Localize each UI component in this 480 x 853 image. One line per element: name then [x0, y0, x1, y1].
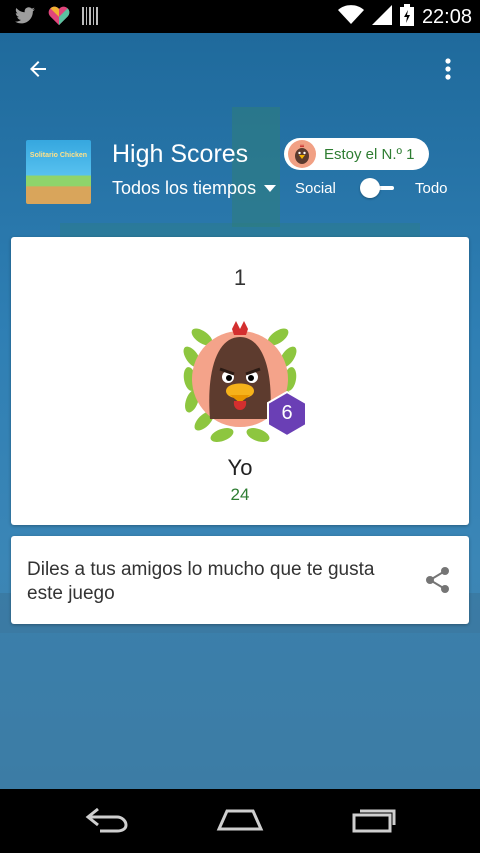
- share-card[interactable]: Diles a tus amigos lo mucho que te gusta…: [11, 536, 469, 624]
- chicken-avatar-icon: [288, 140, 316, 168]
- time-filter-label: Todos los tiempos: [112, 178, 257, 198]
- nav-recents-button[interactable]: [344, 803, 404, 839]
- score-card: 1 6 Yo 24: [11, 237, 469, 525]
- player-avatar[interactable]: 6: [170, 309, 310, 449]
- my-rank-label: Estoy el N.º 1: [324, 145, 415, 163]
- barcode-icon: [82, 7, 98, 30]
- game-thumbnail-title: Solitario Chicken: [29, 152, 88, 159]
- rank-number: 1: [233, 265, 247, 290]
- heart-icon: [48, 6, 70, 31]
- leaderboard-header: Solitario Chicken High Scores Todos los …: [0, 130, 480, 210]
- time-filter-dropdown[interactable]: Todos los tiempos: [112, 178, 277, 199]
- twitter-icon: [14, 7, 36, 30]
- status-bar: 22:08: [0, 0, 480, 33]
- overflow-menu-button[interactable]: [430, 51, 466, 91]
- player-name: Yo: [227, 455, 253, 480]
- back-button[interactable]: [18, 51, 58, 91]
- share-button[interactable]: [425, 566, 453, 594]
- level-number: 6: [281, 402, 293, 424]
- dropdown-arrow-icon: [264, 185, 277, 192]
- share-message: Diles a tus amigos lo mucho que te gusta…: [27, 559, 375, 604]
- game-thumbnail: Solitario Chicken: [26, 140, 91, 204]
- social-label: Social: [295, 180, 336, 197]
- back-icon: [82, 805, 130, 838]
- page-title: High Scores: [112, 140, 249, 168]
- wifi-icon: [337, 5, 364, 30]
- recents-icon: [350, 805, 398, 838]
- home-icon: [215, 805, 265, 838]
- nav-back-button[interactable]: [76, 803, 136, 839]
- my-rank-chip[interactable]: Estoy el N.º 1: [284, 138, 429, 170]
- nav-home-button[interactable]: [210, 803, 270, 839]
- player-score: 24: [230, 485, 250, 504]
- all-label: Todo: [415, 180, 448, 197]
- level-badge: 6: [266, 390, 308, 438]
- clock-time: 22:08: [421, 6, 472, 28]
- toolbar: [0, 33, 480, 107]
- toggle-knob: [360, 178, 380, 198]
- system-nav-bar: [0, 789, 480, 853]
- arrow-back-icon: [26, 57, 50, 86]
- social-all-toggle[interactable]: [360, 178, 394, 198]
- share-icon: [426, 567, 449, 593]
- more-vert-icon: [444, 57, 452, 86]
- signal-icon: [371, 5, 392, 30]
- battery-icon: [399, 4, 414, 31]
